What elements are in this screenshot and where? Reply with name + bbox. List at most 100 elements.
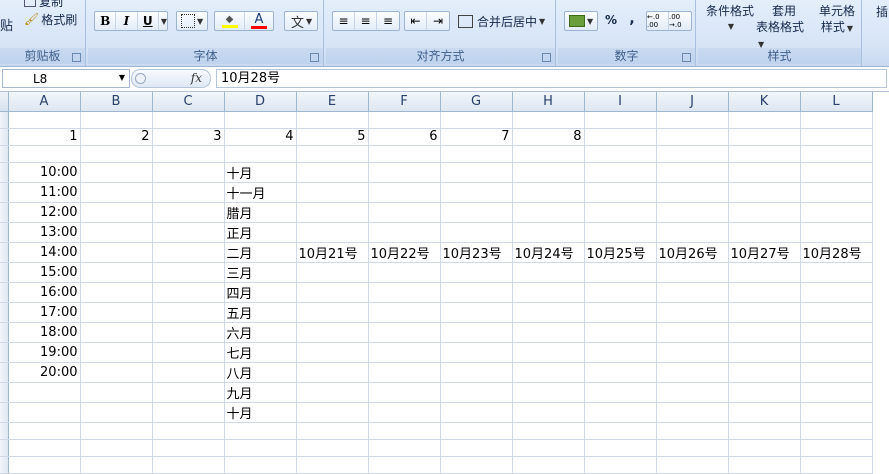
cell-l4[interactable] bbox=[800, 162, 873, 183]
column-header-k[interactable]: K bbox=[728, 92, 801, 112]
cell-h6[interactable] bbox=[512, 202, 585, 223]
cell-c6[interactable] bbox=[152, 202, 225, 223]
underline-dropdown-icon[interactable]: ▼ bbox=[161, 17, 167, 26]
cell-c8[interactable] bbox=[152, 242, 225, 263]
cell-j18[interactable] bbox=[656, 439, 729, 457]
cell-e9[interactable] bbox=[296, 262, 369, 283]
cell-e8[interactable]: 10月21号 bbox=[296, 242, 369, 263]
cell-b14[interactable] bbox=[80, 362, 153, 383]
cell-h1[interactable] bbox=[512, 111, 585, 129]
cell-g14[interactable] bbox=[440, 362, 513, 383]
bold-button[interactable]: B bbox=[95, 12, 117, 30]
column-header-h[interactable]: H bbox=[512, 92, 585, 112]
cell-l17[interactable] bbox=[800, 422, 873, 440]
cell-l11[interactable] bbox=[800, 302, 873, 323]
cell-g7[interactable] bbox=[440, 222, 513, 243]
cell-a7[interactable]: 13:00 bbox=[8, 222, 81, 243]
cell-h14[interactable] bbox=[512, 362, 585, 383]
cell-c14[interactable] bbox=[152, 362, 225, 383]
row-header[interactable] bbox=[0, 322, 9, 343]
insert-function-button[interactable]: fx bbox=[131, 69, 211, 88]
increase-indent-button[interactable]: ⇥ bbox=[427, 12, 449, 30]
cell-f5[interactable] bbox=[368, 182, 441, 203]
underline-button[interactable]: U bbox=[138, 12, 159, 30]
cell-e6[interactable] bbox=[296, 202, 369, 223]
cell-g9[interactable] bbox=[440, 262, 513, 283]
cell-d14[interactable]: 八月 bbox=[224, 362, 297, 383]
cell-e13[interactable] bbox=[296, 342, 369, 363]
cell-h16[interactable] bbox=[512, 402, 585, 423]
cell-l14[interactable] bbox=[800, 362, 873, 383]
cell-h13[interactable] bbox=[512, 342, 585, 363]
cell-g11[interactable] bbox=[440, 302, 513, 323]
cell-j8[interactable]: 10月26号 bbox=[656, 242, 729, 263]
cell-i18[interactable] bbox=[584, 439, 657, 457]
accounting-dropdown-icon[interactable]: ▼ bbox=[587, 17, 593, 26]
cell-a5[interactable]: 11:00 bbox=[8, 182, 81, 203]
row-header[interactable] bbox=[0, 439, 9, 457]
cell-c1[interactable] bbox=[152, 111, 225, 129]
column-header-i[interactable]: I bbox=[584, 92, 657, 112]
cell-d17[interactable] bbox=[224, 422, 297, 440]
format-painter-button[interactable]: 🖌 格式刷 bbox=[24, 11, 77, 27]
cell-i8[interactable]: 10月25号 bbox=[584, 242, 657, 263]
cell-c10[interactable] bbox=[152, 282, 225, 303]
cell-e5[interactable] bbox=[296, 182, 369, 203]
formula-bar-handle-icon[interactable] bbox=[135, 73, 146, 84]
cell-i3[interactable] bbox=[584, 145, 657, 163]
align-center-button[interactable]: ≡ bbox=[355, 12, 377, 30]
column-header-e[interactable]: E bbox=[296, 92, 369, 112]
row-header[interactable] bbox=[0, 182, 9, 203]
row-header[interactable] bbox=[0, 422, 9, 440]
row-header[interactable] bbox=[0, 402, 9, 423]
cell-j9[interactable] bbox=[656, 262, 729, 283]
cell-h9[interactable] bbox=[512, 262, 585, 283]
column-header-d[interactable]: D bbox=[224, 92, 297, 112]
cell-l12[interactable] bbox=[800, 322, 873, 343]
conditional-format-button[interactable]: 条件格式 ▼ bbox=[704, 3, 756, 35]
cell-l2[interactable] bbox=[800, 128, 873, 146]
accounting-button[interactable]: ▼ bbox=[564, 11, 598, 31]
cell-e4[interactable] bbox=[296, 162, 369, 183]
row-header[interactable] bbox=[0, 111, 9, 129]
column-header-g[interactable]: G bbox=[440, 92, 513, 112]
select-all-corner[interactable] bbox=[0, 92, 9, 112]
cell-l6[interactable] bbox=[800, 202, 873, 223]
cell-f10[interactable] bbox=[368, 282, 441, 303]
cell-g18[interactable] bbox=[440, 439, 513, 457]
cell-a14[interactable]: 20:00 bbox=[8, 362, 81, 383]
cell-d3[interactable] bbox=[224, 145, 297, 163]
cell-f13[interactable] bbox=[368, 342, 441, 363]
cell-l15[interactable] bbox=[800, 382, 873, 403]
cell-e14[interactable] bbox=[296, 362, 369, 383]
row-header[interactable] bbox=[0, 128, 9, 146]
cell-c13[interactable] bbox=[152, 342, 225, 363]
cell-l10[interactable] bbox=[800, 282, 873, 303]
cell-j1[interactable] bbox=[656, 111, 729, 129]
alignment-launcher-icon[interactable] bbox=[542, 53, 551, 62]
cell-d4[interactable]: 十月 bbox=[224, 162, 297, 183]
border-button[interactable]: ▼ bbox=[176, 11, 208, 31]
phonetic-button[interactable]: 文 ▼ bbox=[284, 11, 318, 31]
cell-b15[interactable] bbox=[80, 382, 153, 403]
cell-j7[interactable] bbox=[656, 222, 729, 243]
cell-k3[interactable] bbox=[728, 145, 801, 163]
cell-f12[interactable] bbox=[368, 322, 441, 343]
cell-a2[interactable]: 1 bbox=[8, 128, 81, 146]
cell-i19[interactable] bbox=[584, 456, 657, 474]
cell-h10[interactable] bbox=[512, 282, 585, 303]
cell-g3[interactable] bbox=[440, 145, 513, 163]
cell-h8[interactable]: 10月24号 bbox=[512, 242, 585, 263]
cell-g19[interactable] bbox=[440, 456, 513, 474]
format-as-table-button[interactable]: 套用 表格格式▼ bbox=[756, 3, 812, 53]
cell-b7[interactable] bbox=[80, 222, 153, 243]
cell-k15[interactable] bbox=[728, 382, 801, 403]
cell-i9[interactable] bbox=[584, 262, 657, 283]
cell-g6[interactable] bbox=[440, 202, 513, 223]
cell-j5[interactable] bbox=[656, 182, 729, 203]
cell-c3[interactable] bbox=[152, 145, 225, 163]
row-header[interactable] bbox=[0, 145, 9, 163]
cell-a9[interactable]: 15:00 bbox=[8, 262, 81, 283]
cell-a11[interactable]: 17:00 bbox=[8, 302, 81, 323]
cell-j11[interactable] bbox=[656, 302, 729, 323]
